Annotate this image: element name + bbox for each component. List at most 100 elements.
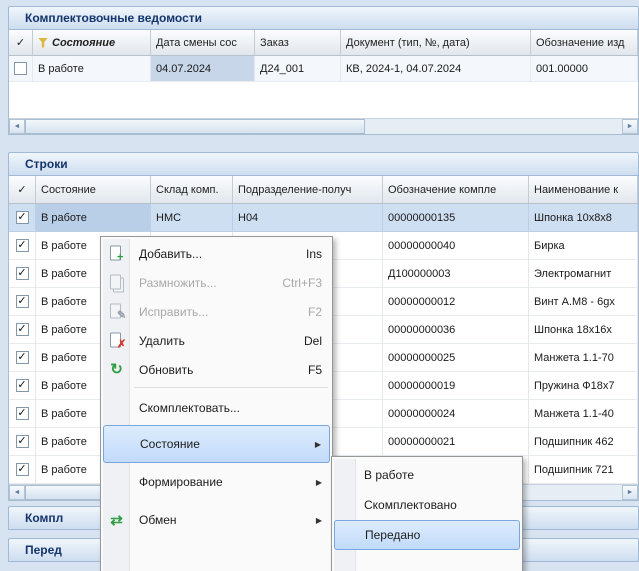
scrollbar-thumb[interactable] bbox=[25, 119, 365, 134]
delete-icon: ✗ bbox=[107, 331, 126, 350]
column-header-check[interactable]: ✓ bbox=[9, 176, 36, 204]
checkbox-checked[interactable]: ✓ bbox=[16, 267, 29, 280]
app-window: Комплектовочные ведомости ✓ Состояние Да… bbox=[0, 0, 639, 571]
panel-peredacha-title: Перед bbox=[25, 543, 62, 557]
row-check-cell bbox=[9, 56, 33, 82]
submenu-arrow-icon: ▶ bbox=[316, 516, 322, 525]
checkbox-checked[interactable]: ✓ bbox=[16, 407, 29, 420]
menu-item-add-label: Добавить... bbox=[139, 247, 202, 261]
checkbox-checked[interactable]: ✓ bbox=[16, 435, 29, 448]
menu-item-delete[interactable]: ✗ Удалить Del bbox=[101, 326, 332, 355]
menu-item-edit-label: Исправить... bbox=[139, 305, 208, 319]
vedomosti-horizontal-scrollbar[interactable]: ◄ ► bbox=[9, 118, 638, 134]
cell-name: Шпонка 18х16х bbox=[529, 316, 638, 344]
menu-item-state-label: Состояние bbox=[140, 437, 200, 451]
plus-glyph: + bbox=[117, 252, 123, 263]
checkbox-checked[interactable]: ✓ bbox=[16, 239, 29, 252]
checkbox-checked[interactable]: ✓ bbox=[16, 379, 29, 392]
cell-warehouse: НМС bbox=[151, 204, 233, 232]
page-shape bbox=[110, 274, 121, 289]
row-check-cell: ✓ bbox=[9, 456, 36, 484]
cell-state: В работе bbox=[33, 56, 151, 82]
column-header-date[interactable]: Дата смены сос bbox=[151, 30, 255, 56]
menu-item-edit[interactable]: ✎ Исправить... F2 bbox=[101, 297, 332, 326]
scroll-right-icon: ► bbox=[627, 123, 634, 130]
row-check-cell: ✓ bbox=[9, 232, 36, 260]
submenu-item-peredano[interactable]: Передано bbox=[334, 520, 520, 550]
cell-order: Д24_001 bbox=[255, 56, 341, 82]
menu-item-duplicate-shortcut: Ctrl+F3 bbox=[282, 276, 322, 290]
checkbox-checked[interactable]: ✓ bbox=[16, 463, 29, 476]
menu-separator bbox=[134, 387, 328, 388]
cell-name: Манжета 1.1-70 bbox=[529, 344, 638, 372]
column-header-state-label: Состояние bbox=[52, 37, 115, 49]
cell-designation: 00000000135 bbox=[383, 204, 529, 232]
table-row[interactable]: ✓ В работе НМС Н04 00000000135 Шпонка 10… bbox=[9, 204, 638, 232]
submenu-item-v-rabote[interactable]: В работе bbox=[332, 460, 522, 490]
menu-item-duplicate-label: Размножить... bbox=[139, 276, 217, 290]
cell-name: Подшипник 462 bbox=[529, 428, 638, 456]
column-header-check[interactable]: ✓ bbox=[9, 30, 33, 56]
panel-stroki-header[interactable]: Строки bbox=[8, 152, 639, 176]
checkbox-checked[interactable]: ✓ bbox=[16, 351, 29, 364]
cell-designation: 00000000024 bbox=[383, 400, 529, 428]
cell-name: Бирка bbox=[529, 232, 638, 260]
submenu-arrow-icon: ▶ bbox=[316, 478, 322, 487]
menu-item-refresh[interactable]: ↻ Обновить F5 bbox=[101, 355, 332, 384]
submenu-arrow-icon: ▶ bbox=[315, 440, 321, 449]
row-check-cell: ✓ bbox=[9, 204, 36, 232]
menu-item-delete-shortcut: Del bbox=[304, 334, 322, 348]
checkbox-checked[interactable]: ✓ bbox=[16, 211, 29, 224]
column-header-state[interactable]: Состояние bbox=[33, 30, 151, 56]
table-row[interactable]: В работе 04.07.2024 Д24_001 КВ, 2024-1, … bbox=[9, 56, 638, 82]
cell-department: Н04 bbox=[233, 204, 383, 232]
checkbox-checked[interactable]: ✓ bbox=[16, 295, 29, 308]
exchange-glyph: ⇄ bbox=[107, 513, 126, 528]
column-header-warehouse[interactable]: Склад комп. bbox=[151, 176, 233, 204]
menu-item-refresh-label: Обновить bbox=[139, 363, 193, 377]
edit-icon: ✎ bbox=[107, 302, 126, 321]
cell-designation: 001.00000 bbox=[531, 56, 638, 82]
cell-designation: 00000000019 bbox=[383, 372, 529, 400]
menu-item-refresh-shortcut: F5 bbox=[308, 363, 322, 377]
row-check-cell: ✓ bbox=[9, 260, 36, 288]
menu-item-exchange-label: Обмен bbox=[139, 513, 177, 527]
column-header-name[interactable]: Наименование к bbox=[529, 176, 638, 204]
refresh-icon: ↻ bbox=[107, 360, 126, 379]
scrollbar-track[interactable] bbox=[365, 119, 622, 134]
cell-name: Винт А.М8 - 6gх bbox=[529, 288, 638, 316]
menu-item-exchange[interactable]: ⇄ Обмен ▶ bbox=[101, 501, 332, 539]
column-header-document[interactable]: Документ (тип, №, дата) bbox=[341, 30, 531, 56]
cell-designation: 00000000036 bbox=[383, 316, 529, 344]
column-header-order[interactable]: Заказ bbox=[255, 30, 341, 56]
scroll-left-button[interactable]: ◄ bbox=[9, 119, 25, 134]
row-check-cell: ✓ bbox=[9, 372, 36, 400]
scroll-right-button[interactable]: ► bbox=[622, 485, 638, 500]
submenu-item-skomplektovano[interactable]: Скомплектовано bbox=[332, 490, 522, 520]
column-header-designation[interactable]: Обозначение изд bbox=[531, 30, 638, 56]
checkbox-unchecked[interactable] bbox=[14, 62, 27, 75]
menu-item-assemble[interactable]: Скомплектовать... bbox=[101, 391, 332, 425]
scroll-left-button[interactable]: ◄ bbox=[9, 485, 25, 500]
column-header-department[interactable]: Подразделение-получ bbox=[233, 176, 383, 204]
menu-item-duplicate[interactable]: Размножить... Ctrl+F3 bbox=[101, 268, 332, 297]
column-header-designation[interactable]: Обозначение компле bbox=[383, 176, 529, 204]
menu-item-state[interactable]: Состояние ▶ bbox=[103, 425, 330, 463]
panel-vedomosti-header[interactable]: Комплектовочные ведомости bbox=[8, 6, 639, 30]
menu-item-formation-label: Формирование bbox=[139, 475, 223, 489]
scroll-right-button[interactable]: ► bbox=[622, 119, 638, 134]
checkbox-checked[interactable]: ✓ bbox=[16, 323, 29, 336]
state-submenu: В работе Скомплектовано Передано bbox=[331, 456, 523, 571]
add-document-icon: + bbox=[107, 244, 126, 263]
vedomosti-grid-header: ✓ Состояние Дата смены сос Заказ Докумен… bbox=[9, 30, 638, 56]
context-menu: + Добавить... Ins Размножить... Ctrl+F3 … bbox=[100, 236, 333, 571]
cell-designation: 00000000021 bbox=[383, 428, 529, 456]
column-header-state[interactable]: Состояние bbox=[36, 176, 151, 204]
menu-item-formation[interactable]: Формирование ▶ bbox=[101, 463, 332, 501]
stroki-grid-header: ✓ Состояние Склад комп. Подразделение-по… bbox=[9, 176, 638, 204]
menu-item-add[interactable]: + Добавить... Ins bbox=[101, 239, 332, 268]
grid-empty-area bbox=[9, 82, 638, 118]
menu-item-add-shortcut: Ins bbox=[306, 247, 322, 261]
filter-icon bbox=[38, 38, 48, 48]
row-check-cell: ✓ bbox=[9, 400, 36, 428]
